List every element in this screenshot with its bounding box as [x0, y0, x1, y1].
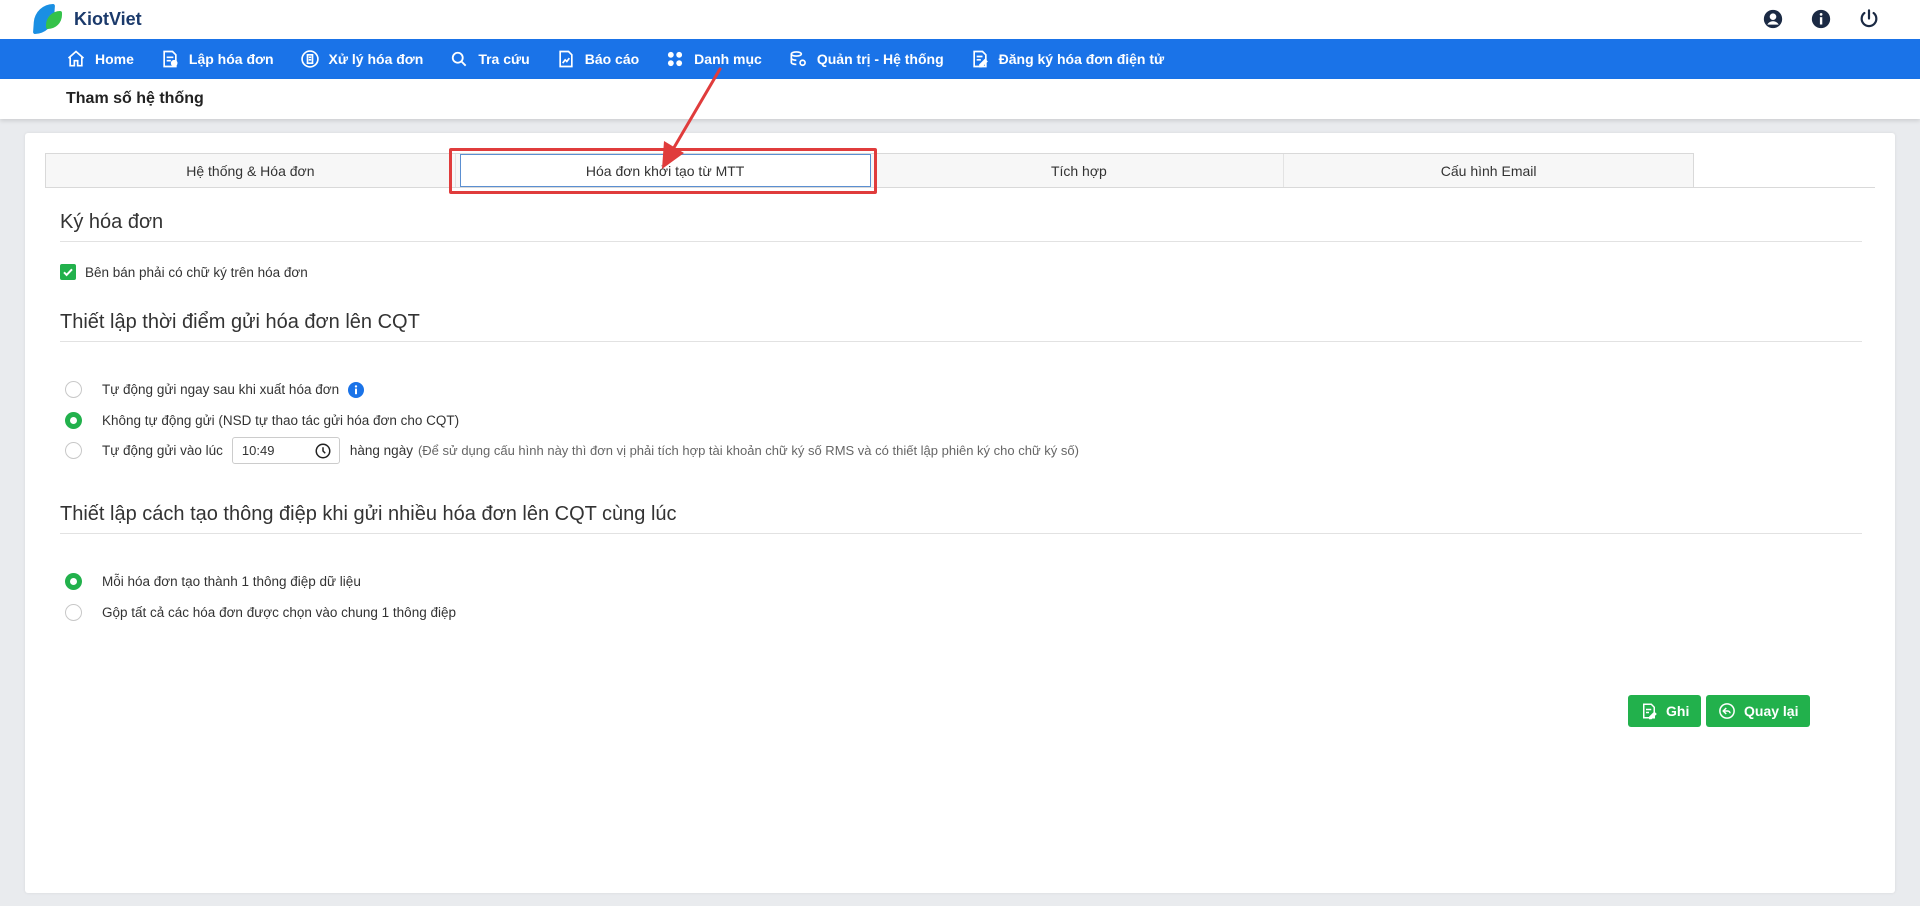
clock-icon[interactable]: [314, 442, 332, 460]
send-scheduled-radio[interactable]: [65, 442, 82, 459]
nav-category[interactable]: Danh mục: [665, 39, 762, 79]
save-label: Ghi: [1666, 703, 1690, 719]
send-scheduled-label: Tự động gửi vào lúc: [102, 443, 223, 458]
tab-integration[interactable]: Tích hợp: [875, 154, 1285, 187]
create-invoice-icon: [160, 49, 180, 69]
tab-email-config[interactable]: Cấu hình Email: [1284, 154, 1693, 187]
message-each-label: Mỗi hóa đơn tạo thành 1 thông điệp dữ li…: [102, 574, 361, 589]
nav-label: Danh mục: [694, 51, 762, 67]
nav-label: Báo cáo: [584, 51, 640, 67]
save-icon: [1643, 703, 1657, 720]
save-button[interactable]: Ghi: [1628, 695, 1702, 727]
check-icon: [63, 268, 73, 277]
title-bar: Tham số hệ thống: [0, 79, 1920, 119]
main-nav: Home Lập hóa đơn Xử lý hóa đơn Tra cứu B…: [0, 39, 1920, 79]
sign-required-checkbox[interactable]: [60, 264, 76, 280]
tab-mtt-invoice[interactable]: Hóa đơn khởi tạo từ MTT: [459, 154, 871, 187]
send-scheduled-row: Tự động gửi vào lúc 10:49 hàng ngày (Để …: [60, 437, 1079, 464]
page-title: Tham số hệ thống: [66, 90, 204, 107]
nav-create-invoice[interactable]: Lập hóa đơn: [160, 39, 274, 79]
send-manual-radio[interactable]: [65, 412, 82, 429]
section-divider: [60, 241, 1862, 242]
back-icon: [1719, 703, 1735, 719]
send-manual-label: Không tự động gửi (NSD tự thao tác gửi h…: [102, 413, 460, 428]
sign-required-row: Bên bán phải có chữ ký trên hóa đơn: [60, 264, 308, 280]
nav-report[interactable]: Báo cáo: [556, 39, 639, 79]
nav-label: Home: [95, 51, 134, 67]
send-time-input[interactable]: 10:49: [231, 437, 340, 464]
sign-required-label: Bên bán phải có chữ ký trên hóa đơn: [85, 264, 308, 280]
nav-label: Quản trị - Hệ thống: [816, 51, 944, 67]
back-label: Quay lại: [1744, 703, 1799, 719]
logo-mark: [32, 4, 66, 34]
nav-admin[interactable]: Quản trị - Hệ thống: [788, 39, 944, 79]
section-title-message: Thiết lập cách tạo thông điệp khi gửi nh…: [60, 503, 677, 525]
nav-label: Xử lý hóa đơn: [328, 51, 424, 67]
tab-bar: Hệ thống & Hóa đơn Hóa đơn khởi tạo từ M…: [45, 153, 1694, 188]
message-merge-label: Gộp tất cả các hóa đơn được chọn vào chu…: [102, 605, 456, 620]
nav-home[interactable]: Home: [66, 39, 134, 79]
section-title-send-time: Thiết lập thời điểm gửi hóa đơn lên CQT: [60, 311, 420, 333]
nav-label: Lập hóa đơn: [188, 51, 274, 67]
logo-text: KiotViet: [74, 8, 142, 29]
process-invoice-icon: [300, 49, 320, 69]
info-icon[interactable]: [1810, 8, 1832, 30]
tab-underline: [45, 187, 1875, 188]
report-icon: [556, 49, 576, 69]
settings-panel: Hệ thống & Hóa đơn Hóa đơn khởi tạo từ M…: [25, 67, 1895, 893]
message-merge-row: Gộp tất cả các hóa đơn được chọn vào chu…: [60, 604, 456, 621]
message-merge-radio[interactable]: [65, 604, 82, 621]
register-icon: [970, 49, 990, 69]
nav-process-invoice[interactable]: Xử lý hóa đơn: [300, 39, 424, 79]
send-auto-radio[interactable]: [65, 381, 82, 398]
message-each-row: Mỗi hóa đơn tạo thành 1 thông điệp dữ li…: [60, 573, 361, 590]
send-manual-row: Không tự động gửi (NSD tự thao tác gửi h…: [60, 412, 459, 429]
back-button[interactable]: Quay lại: [1706, 695, 1811, 727]
section-divider: [60, 533, 1862, 534]
category-icon: [665, 49, 685, 69]
user-icon[interactable]: [1762, 8, 1784, 30]
home-icon: [66, 49, 86, 69]
tab-system-invoice[interactable]: Hệ thống & Hóa đơn: [46, 154, 456, 187]
nav-register[interactable]: Đăng ký hóa đơn điện tử: [970, 39, 1165, 79]
send-auto-label: Tự động gửi ngay sau khi xuất hóa đơn: [102, 382, 340, 397]
send-auto-row: Tự động gửi ngay sau khi xuất hóa đơn: [60, 381, 365, 398]
section-title-sign: Ký hóa đơn: [60, 211, 164, 233]
nav-search[interactable]: Tra cứu: [449, 39, 530, 79]
info-icon[interactable]: [348, 381, 365, 398]
section-divider: [60, 341, 1862, 342]
admin-icon: [788, 49, 808, 69]
top-bar: KiotViet: [0, 0, 1920, 39]
nav-label: Đăng ký hóa đơn điện tử: [998, 51, 1165, 67]
logo[interactable]: KiotViet: [32, 4, 142, 34]
send-time-value: 10:49: [241, 443, 275, 458]
nav-label: Tra cứu: [478, 51, 530, 67]
power-icon[interactable]: [1858, 8, 1880, 30]
search-icon: [449, 49, 469, 69]
message-each-radio[interactable]: [65, 573, 82, 590]
scheduled-note: (Để sử dụng cấu hình này thì đơn vị phải…: [417, 443, 1079, 458]
daily-label: hàng ngày: [349, 443, 413, 458]
